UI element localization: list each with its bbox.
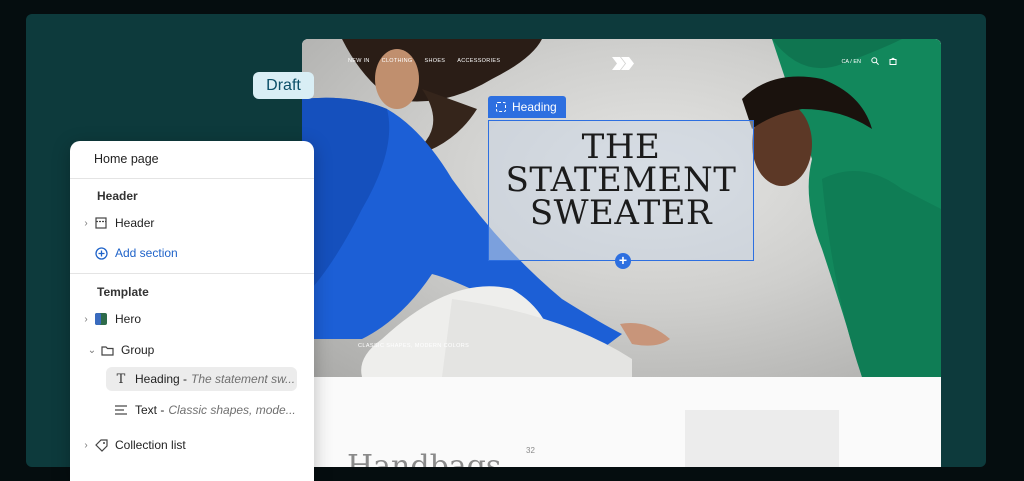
selected-heading-block[interactable]: THE STATEMENT SWEATER: [488, 120, 754, 261]
locale-selector[interactable]: CA / EN: [841, 59, 861, 65]
nav-clothing[interactable]: CLOTHING: [382, 58, 413, 64]
sidebar-item-preview: Classic shapes, mode...: [168, 403, 296, 417]
sidebar-item-label: Hero: [115, 312, 142, 326]
sidebar-item-label: Heading -: [135, 372, 188, 386]
store-logo-icon[interactable]: [612, 57, 634, 75]
storefront-preview: NEW IN CLOTHING SHOES ACCESSORIES CA / E…: [302, 39, 941, 467]
storefront-nav: NEW IN CLOTHING SHOES ACCESSORIES: [348, 58, 500, 64]
nav-shoes[interactable]: SHOES: [425, 58, 446, 64]
header-layout-icon: [94, 216, 108, 230]
search-icon[interactable]: [871, 57, 879, 67]
heading-block-tag[interactable]: Heading: [488, 96, 566, 118]
hero-subheading[interactable]: CLASSIC SHAPES, MODERN COLORS: [358, 343, 469, 349]
template-section-label: Template: [97, 285, 149, 299]
hero-banner[interactable]: NEW IN CLOTHING SHOES ACCESSORIES CA / E…: [302, 39, 941, 377]
sidebar-item-label: Group: [121, 343, 155, 357]
header-section-label: Header: [97, 189, 138, 203]
plus-circle-icon: [94, 246, 108, 260]
text-type-icon: T: [116, 371, 126, 387]
sidebar-item-label: Collection list: [115, 438, 186, 452]
chevron-right-icon[interactable]: ›: [80, 218, 92, 229]
page-title[interactable]: Home page: [94, 152, 159, 166]
sidebar-item-group[interactable]: ⌄ Group: [86, 338, 304, 362]
add-section-label: Add section: [115, 246, 178, 260]
heading-line-3: SWEATER: [529, 193, 713, 233]
chevron-down-icon[interactable]: ⌄: [86, 345, 98, 356]
sidebar-item-text[interactable]: Text - Classic shapes, mode...: [106, 398, 297, 422]
chevron-right-icon[interactable]: ›: [80, 440, 92, 451]
add-block-plus-icon[interactable]: +: [615, 253, 631, 269]
sidebar-item-label: Text -: [135, 403, 165, 417]
sections-panel: Home page Header › Header Add section Te…: [70, 141, 314, 481]
collection-count: 32: [526, 446, 535, 455]
sidebar-item-preview: The statement sw...: [191, 372, 296, 386]
selection-icon: [496, 102, 506, 112]
nav-new-in[interactable]: NEW IN: [348, 58, 370, 64]
add-section-button[interactable]: Add section: [80, 241, 304, 265]
image-thumbnail-icon: [94, 312, 108, 326]
chevron-right-icon[interactable]: ›: [80, 314, 92, 325]
sidebar-item-label: Header: [115, 216, 155, 230]
sidebar-item-hero[interactable]: › Hero: [80, 307, 304, 331]
sidebar-item-heading[interactable]: T Heading - The statement sw...: [106, 367, 297, 391]
cart-icon[interactable]: [889, 57, 897, 67]
paragraph-icon: [114, 403, 128, 417]
folder-icon: [100, 343, 114, 357]
sidebar-item-header[interactable]: › Header: [80, 211, 304, 235]
sidebar-item-collection-list[interactable]: › Collection list: [80, 433, 304, 457]
heading-tag-label: Heading: [512, 100, 557, 114]
collection-section[interactable]: Handbags 32: [302, 377, 941, 467]
draft-badge: Draft: [253, 72, 314, 99]
collection-title: Handbags: [347, 449, 502, 467]
product-image-placeholder[interactable]: [685, 410, 839, 467]
collection-tag-icon: [94, 438, 108, 452]
divider: [70, 273, 314, 274]
nav-accessories[interactable]: ACCESSORIES: [457, 58, 500, 64]
divider: [70, 178, 314, 179]
hero-heading[interactable]: THE STATEMENT SWEATER: [489, 130, 753, 233]
